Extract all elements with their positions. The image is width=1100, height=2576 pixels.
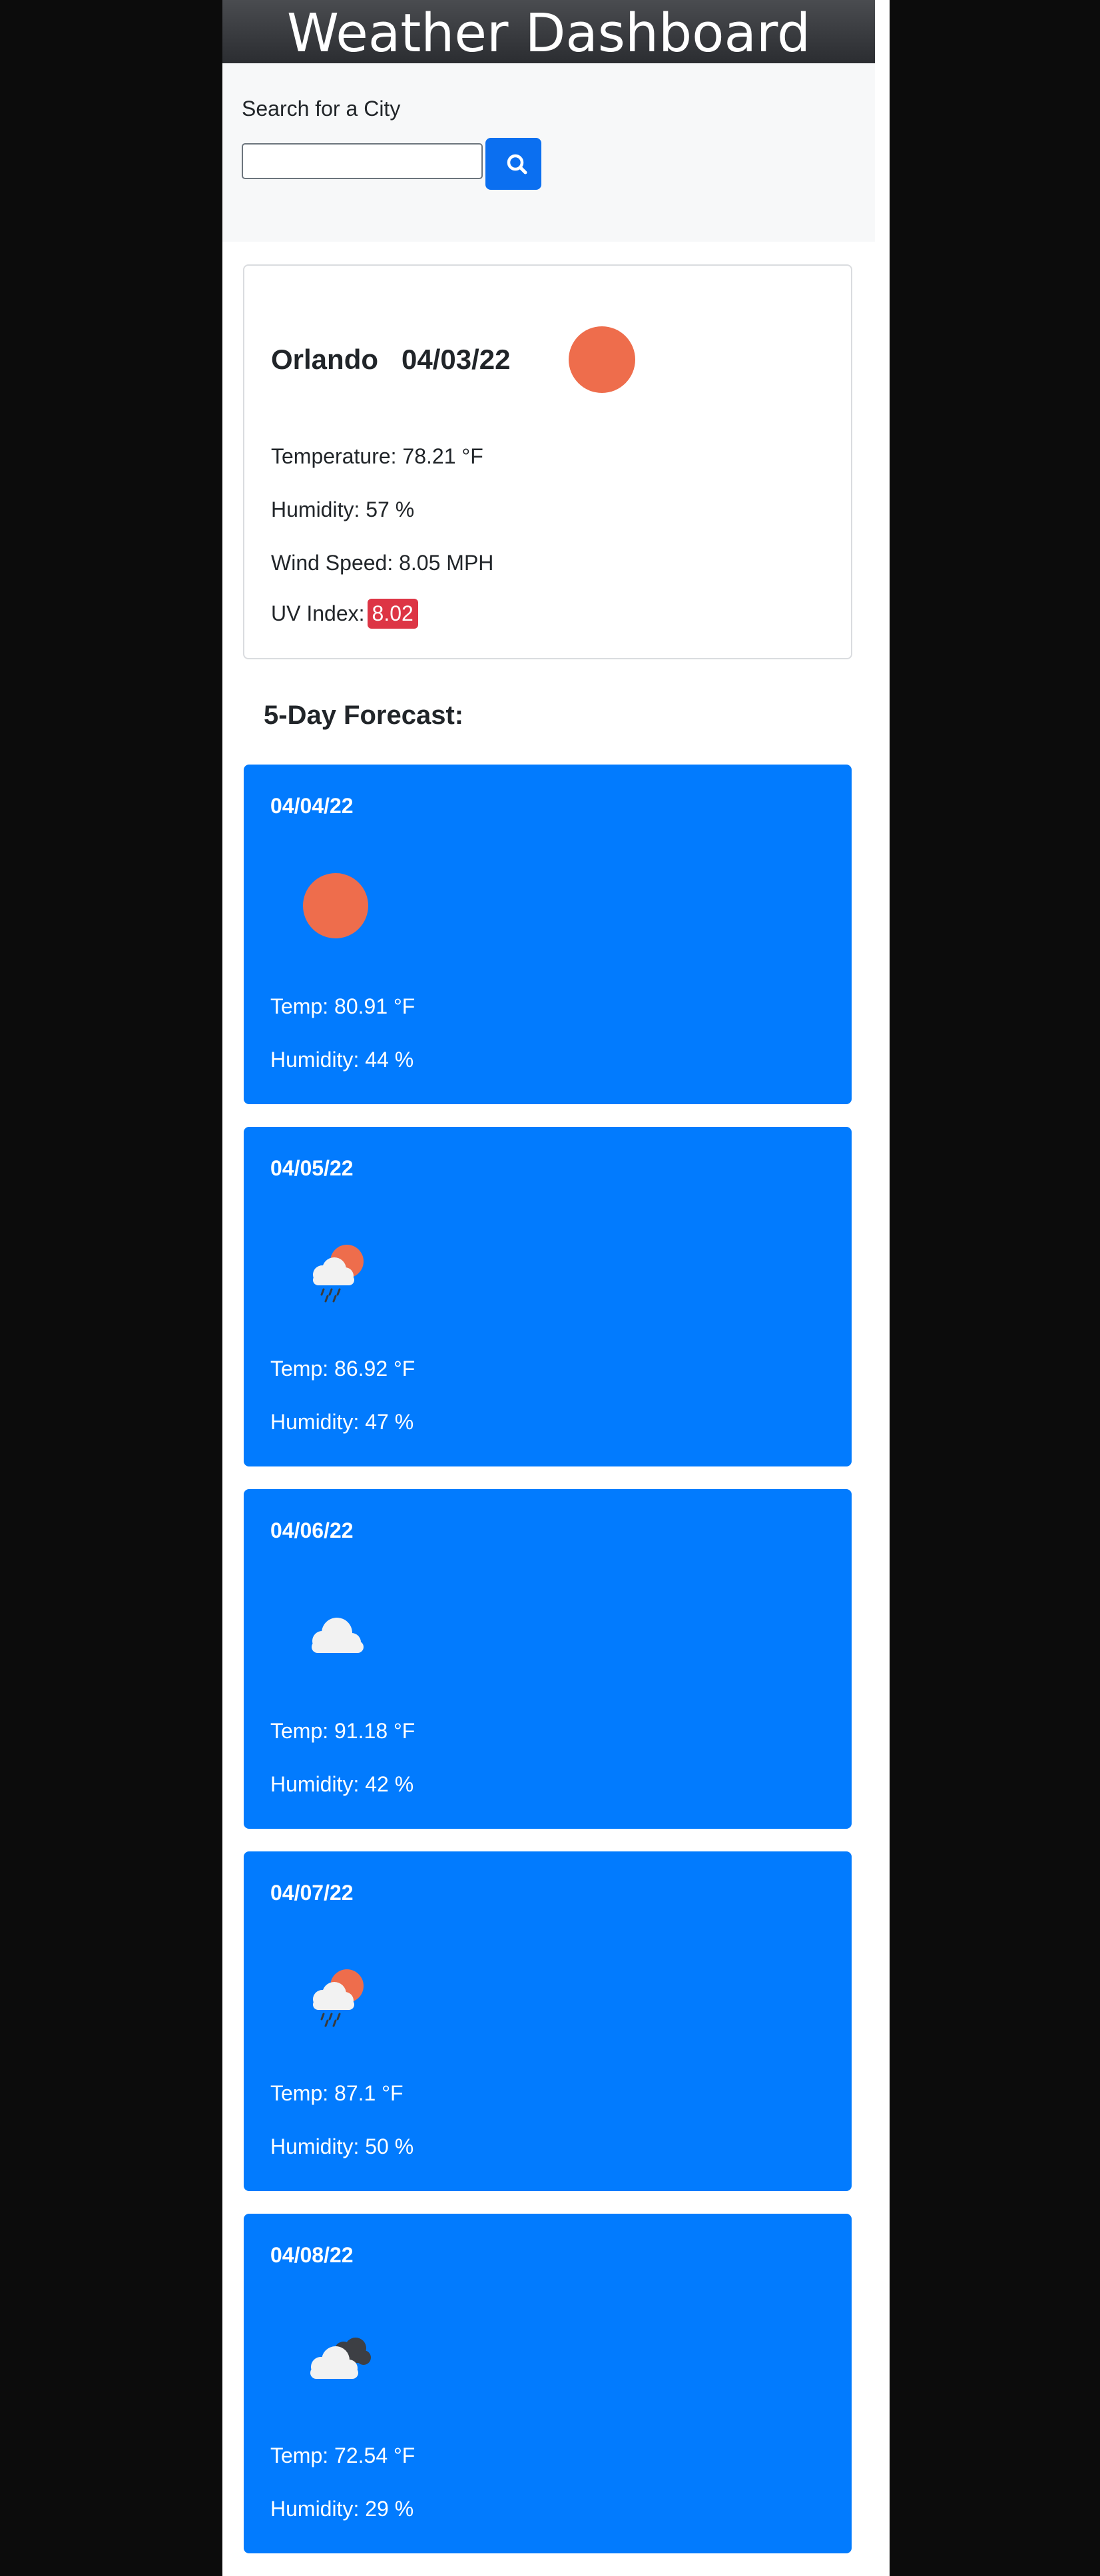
page-title: Weather Dashboard <box>286 3 811 64</box>
current-temperature: Temperature: 78.21 °F <box>271 444 483 468</box>
current-weather-card: Orlando 04/03/22 Temperature: 78.21 °F H… <box>243 264 852 659</box>
forecast-card: 04/04/22 Temp: 80.91 °F Humidity: 44 % <box>244 765 852 1104</box>
forecast-heading: 5-Day Forecast: <box>264 701 464 730</box>
current-uv-index: UV Index: 8.02 <box>271 599 418 629</box>
app-header: Weather Dashboard <box>222 0 875 64</box>
forecast-humidity: Humidity: 47 % <box>270 1410 414 1434</box>
sun-rain-cloud-icon <box>297 1227 377 1307</box>
forecast-temp: Temp: 86.92 °F <box>270 1357 415 1381</box>
forecast-temp: Temp: 80.91 °F <box>270 994 415 1018</box>
forecast-card: 04/06/22 Temp: 91.18 °F Humidity: 42 % <box>244 1489 852 1829</box>
forecast-date: 04/04/22 <box>270 794 354 818</box>
forecast-temp: Temp: 91.18 °F <box>270 1719 415 1743</box>
sun-rain-cloud-icon <box>297 1951 377 2031</box>
current-wind-speed: Wind Speed: 8.05 MPH <box>271 551 494 575</box>
current-date: 04/03/22 <box>402 344 511 375</box>
forecast-humidity: Humidity: 42 % <box>270 1772 414 1796</box>
forecast-card: 04/05/22 Temp: 86.92 °F Humidity: 47 % <box>244 1127 852 1466</box>
forecast-temp: Temp: 87.1 °F <box>270 2081 404 2105</box>
forecast-date: 04/08/22 <box>270 2243 354 2267</box>
page: Weather Dashboard Search for a City Orla… <box>222 0 890 2576</box>
sun-icon <box>297 864 377 944</box>
search-icon <box>507 154 527 174</box>
search-button[interactable] <box>485 138 541 190</box>
forecast-humidity: Humidity: 44 % <box>270 1048 414 1072</box>
broken-clouds-icon <box>297 2314 377 2394</box>
current-city-date: Orlando 04/03/22 <box>271 344 511 376</box>
sun-icon <box>569 326 635 393</box>
cloud-icon <box>297 1589 377 1669</box>
uv-badge: 8.02 <box>367 599 418 629</box>
search-input[interactable] <box>242 143 483 179</box>
search-panel: Search for a City <box>222 63 875 242</box>
forecast-date: 04/06/22 <box>270 1518 354 1542</box>
forecast-card: 04/08/22 Temp: 72.54 °F Humidity: 29 % <box>244 2214 852 2553</box>
forecast-date: 04/05/22 <box>270 1156 354 1180</box>
forecast-humidity: Humidity: 50 % <box>270 2134 414 2158</box>
forecast-humidity: Humidity: 29 % <box>270 2497 414 2521</box>
forecast-temp: Temp: 72.54 °F <box>270 2443 415 2467</box>
search-label: Search for a City <box>242 97 401 121</box>
current-humidity: Humidity: 57 % <box>271 497 415 521</box>
forecast-date: 04/07/22 <box>270 1881 354 1905</box>
city-name: Orlando <box>271 344 379 375</box>
forecast-card: 04/07/22 Temp: 87.1 °F Humidity: 50 % <box>244 1851 852 2191</box>
uv-label: UV Index: <box>271 601 365 625</box>
